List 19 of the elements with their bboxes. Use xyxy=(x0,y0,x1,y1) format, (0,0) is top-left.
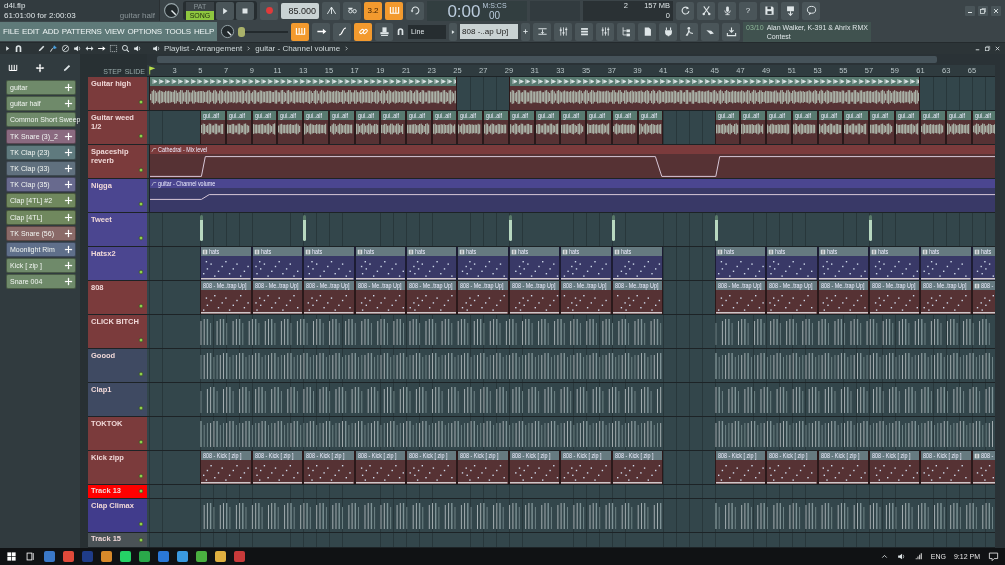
song-position: 61:01:00 for 2:00:03 xyxy=(4,11,76,20)
breadcrumb[interactable]: guitar - Channel volume xyxy=(255,44,341,53)
help-button[interactable]: ? xyxy=(739,1,757,20)
menu-item[interactable]: TOOLS xyxy=(165,27,191,36)
tool-button[interactable]: 3.2 xyxy=(364,1,382,20)
time-value: 0:00 xyxy=(447,1,481,21)
breadcrumb[interactable]: Playlist - Arrangement xyxy=(164,44,243,53)
menu-item[interactable]: OPTIONS xyxy=(127,27,162,36)
time-fraction: 00 xyxy=(489,9,501,21)
menu-item[interactable]: HELP xyxy=(194,27,215,36)
menu-item[interactable]: EDIT xyxy=(22,27,40,36)
tempo-field[interactable]: 85.000 xyxy=(281,2,319,19)
pattern-field[interactable]: 808 -..ap Up] xyxy=(460,24,519,39)
file-name: d4l.flp xyxy=(4,1,27,10)
menu-item[interactable]: VIEW xyxy=(104,27,125,36)
menu-item[interactable]: ADD xyxy=(42,27,59,36)
menu-item[interactable]: PATTERNS xyxy=(61,27,102,36)
hint-text: guitar half xyxy=(119,11,155,20)
menu-item[interactable]: FILE xyxy=(3,27,20,36)
